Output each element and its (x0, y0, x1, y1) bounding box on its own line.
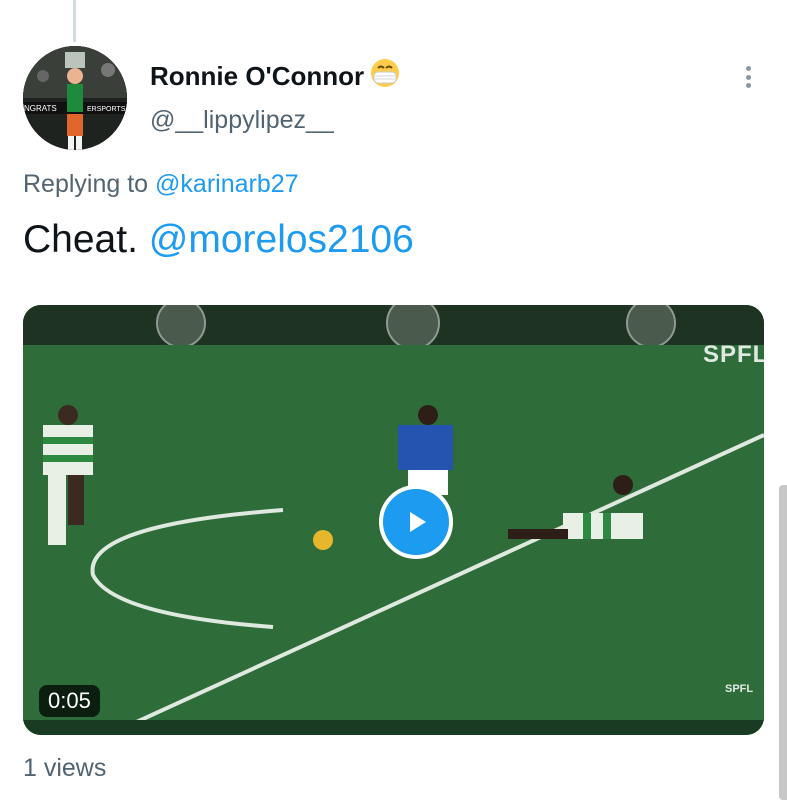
author-handle[interactable]: @__lippylipez__ (150, 106, 334, 135)
play-icon (410, 512, 426, 532)
view-count: 1 views (23, 754, 107, 782)
more-dot (745, 74, 751, 80)
author-display-name[interactable]: Ronnie O'Connor (150, 58, 402, 95)
scrollbar[interactable] (779, 485, 787, 800)
thread-connector-line (73, 0, 76, 42)
avatar-image: NGRATS ERSPORTS (23, 46, 127, 150)
tweet-text-main: Cheat. (23, 218, 138, 261)
avatar-banner-left: NGRATS (24, 104, 57, 113)
avatar-banner-right: ERSPORTS (87, 106, 126, 113)
more-dot (745, 83, 751, 88)
play-button[interactable] (379, 485, 453, 559)
tweet-text: Cheat. @morelos2106 (23, 218, 414, 262)
avatar[interactable]: NGRATS ERSPORTS (23, 46, 127, 150)
replying-to-line: Replying to @karinarb27 (23, 170, 299, 199)
video-duration-badge: 0:05 (39, 685, 100, 717)
replying-to-prefix: Replying to (23, 170, 149, 198)
video-player[interactable]: SPFL SPFL 0:05 (23, 305, 764, 735)
replying-to-handle-link[interactable]: @karinarb27 (155, 170, 299, 198)
more-options-icon[interactable] (736, 62, 760, 92)
spfl-small-watermark: SPFL (725, 683, 754, 695)
author-name-text: Ronnie O'Connor (150, 61, 365, 91)
spfl-watermark: SPFL (703, 341, 764, 368)
face-mask-emoji-icon (368, 58, 402, 95)
tweet-mention-link[interactable]: @morelos2106 (149, 218, 414, 261)
more-dot (745, 66, 751, 71)
